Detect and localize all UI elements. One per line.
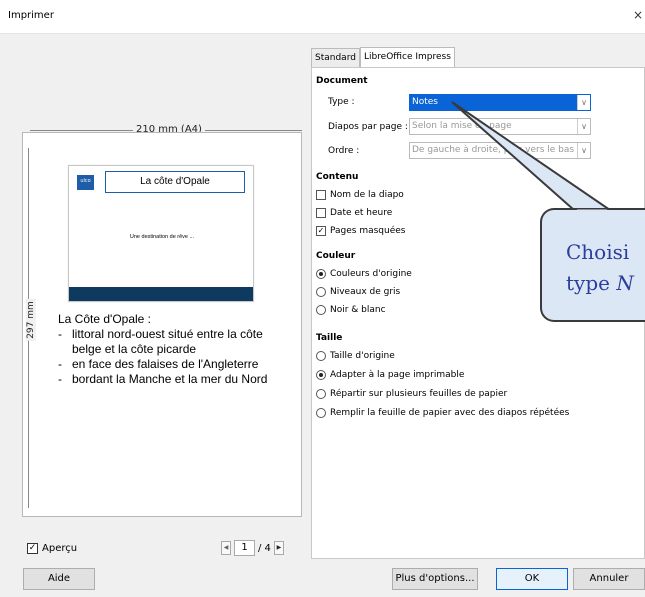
more-options-button[interactable]: Plus d'options... [392,568,478,590]
cancel-button[interactable]: Annuler [573,568,645,590]
help-button[interactable]: Aide [23,568,95,590]
callout-text: Choisi type N [566,240,634,295]
ok-button[interactable]: OK [496,568,568,590]
callout-pointer-cover [577,209,607,213]
